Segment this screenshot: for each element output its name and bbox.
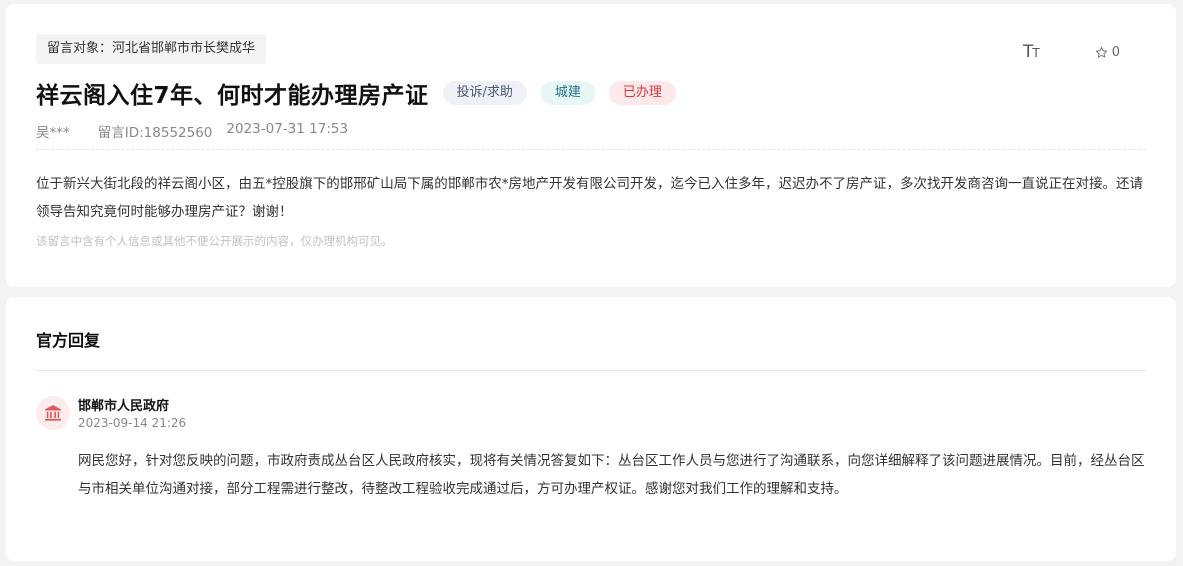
author-name: 吴*** (36, 125, 70, 141)
message-date: 2023-07-31 17:53 (226, 121, 349, 137)
reply-time: 2023-09-14 21:26 (78, 416, 187, 430)
message-meta: 吴*** 留言ID:18552560 2023-07-31 17:53 (36, 121, 376, 141)
divider (36, 370, 1146, 371)
privacy-note: 该留言中含有个人信息或其他不便公开展示的内容，仅办理机构可见。 (36, 234, 393, 248)
category-badge: 城建 (540, 81, 595, 105)
font-size-icon[interactable]: TT (1023, 42, 1040, 62)
message-content: 位于新兴大街北段的祥云阁小区，由五*控股旗下的邯邢矿山局下属的邯郸市农*房地产开… (36, 176, 1143, 220)
message-title: 祥云阁入住7年、何时才能办理房产证 (36, 83, 429, 109)
reply-org-name: 邯郸市人民政府 (78, 399, 170, 414)
title-row: 祥云阁入住7年、何时才能办理房产证 投诉/求助 城建 已办理 (36, 76, 690, 110)
message-target-tag: 留言对象：河北省邯郸市市长樊成华 (36, 34, 267, 64)
reply-heading: 官方回复 (36, 331, 101, 350)
reply-content: 网民您好，针对您反映的问题，市政府责成丛台区人民政府核实，现将有关情况答复如下：… (78, 453, 1145, 497)
favorite-button[interactable]: 0 (1095, 45, 1120, 60)
message-tools: TT 0 (1023, 42, 1120, 62)
government-building-icon (36, 396, 70, 430)
divider (36, 149, 1146, 150)
message-id: 留言ID:18552560 (97, 125, 213, 141)
reply-card: 官方回复 邯郸市人民政府 2023-09-14 21:26 网民您好，针对您反映… (6, 297, 1176, 561)
status-badge: 已办理 (608, 81, 676, 105)
star-icon (1095, 46, 1107, 58)
favorite-count: 0 (1111, 44, 1120, 60)
message-card: 留言对象：河北省邯郸市市长樊成华 TT 0 祥云阁入住7年、何时才能办理房产证 … (6, 4, 1176, 287)
type-badge: 投诉/求助 (442, 81, 527, 105)
